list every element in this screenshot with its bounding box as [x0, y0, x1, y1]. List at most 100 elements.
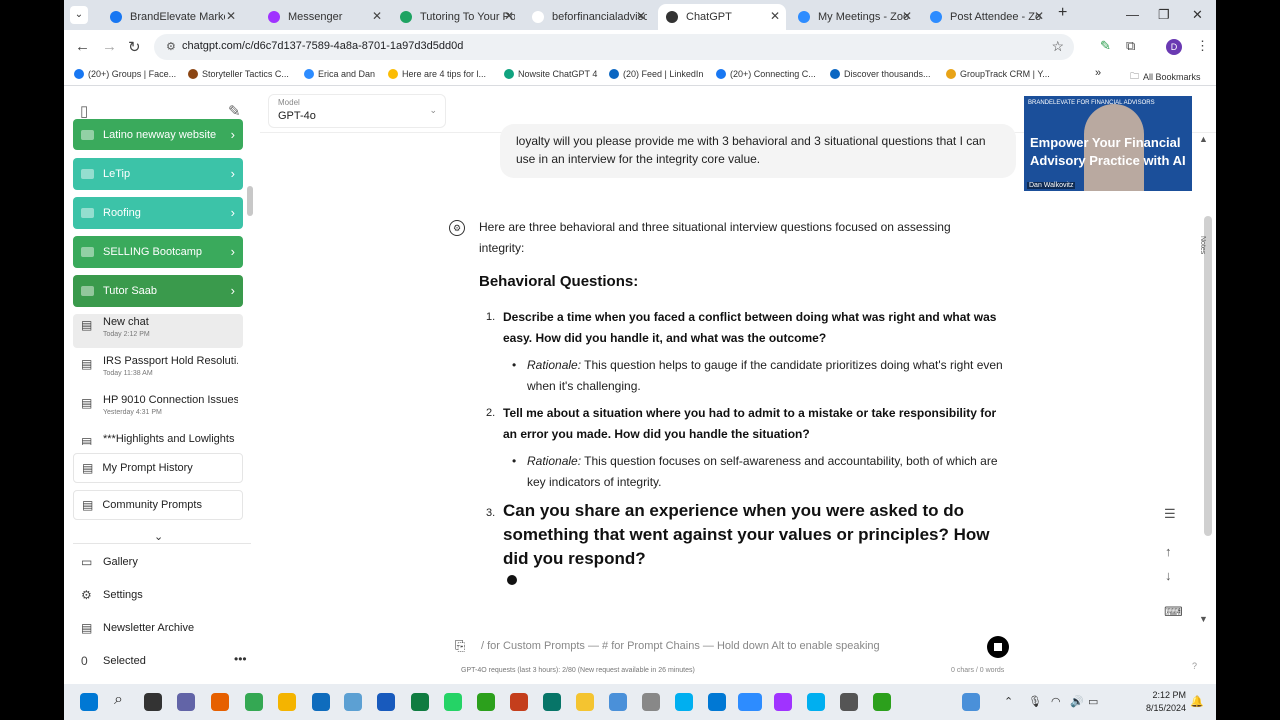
- chrome-icon[interactable]: [245, 693, 263, 711]
- file-explorer-icon[interactable]: [576, 693, 594, 711]
- bookmark[interactable]: (20) Feed | LinkedIn: [609, 69, 703, 79]
- folder-latino-newway[interactable]: Latino newway website ›: [73, 119, 243, 150]
- restore-icon[interactable]: ❐: [1158, 7, 1170, 23]
- bookmark[interactable]: (20+) Connecting C...: [716, 69, 816, 79]
- close-tab-icon[interactable]: ✕: [372, 9, 382, 23]
- search-icon[interactable]: ⌕: [114, 691, 123, 709]
- bookmark[interactable]: Nowsite ChatGPT 4: [504, 69, 597, 79]
- browser-tab-active[interactable]: ChatGPT ✕: [658, 4, 786, 30]
- skype-icon[interactable]: [807, 693, 825, 711]
- close-tab-icon[interactable]: ✕: [770, 9, 780, 23]
- more-bookmarks-icon[interactable]: »: [1095, 67, 1101, 79]
- folder-selling-bootcamp[interactable]: SELLING Bootcamp ›: [73, 236, 243, 268]
- close-tab-icon[interactable]: ✕: [226, 9, 236, 23]
- bookmark[interactable]: GroupTrack CRM | Y...: [946, 69, 1050, 79]
- bookmark[interactable]: Storyteller Tactics C...: [188, 69, 289, 79]
- publisher-icon[interactable]: [543, 693, 561, 711]
- browser-tab[interactable]: beforfinancialadvisc ✕: [524, 4, 652, 30]
- app-icon[interactable]: [840, 693, 858, 711]
- notification-app-icon[interactable]: [962, 693, 980, 711]
- forward-icon[interactable]: →: [102, 38, 117, 55]
- back-icon[interactable]: ←: [75, 38, 90, 55]
- zoom-video-overlay[interactable]: BRANDELEVATE FOR FINANCIAL ADVISORS Empo…: [1024, 96, 1192, 191]
- stop-generating-button[interactable]: [987, 636, 1009, 658]
- my-prompt-history-button[interactable]: ▤ My Prompt History: [73, 453, 243, 483]
- main-scrollbar[interactable]: [1204, 216, 1212, 536]
- close-tab-icon[interactable]: ✕: [1034, 9, 1044, 23]
- browser-tab[interactable]: Tutoring To Your Po ✕: [392, 4, 520, 30]
- start-icon[interactable]: [80, 693, 98, 711]
- app-icon[interactable]: [708, 693, 726, 711]
- address-bar[interactable]: ⚙ chatgpt.com/c/d6c7d137-7589-4a8a-8701-…: [154, 34, 1074, 60]
- folder-roofing[interactable]: Roofing ›: [73, 197, 243, 229]
- sidebar-scrollbar[interactable]: [247, 186, 253, 216]
- newsletter-archive-link[interactable]: ▤ Newsletter Archive: [81, 621, 194, 635]
- gallery-link[interactable]: ▭ Gallery: [81, 555, 138, 569]
- battery-icon[interactable]: ▭: [1088, 695, 1098, 708]
- app-icon[interactable]: [278, 693, 296, 711]
- outline-icon[interactable]: ☰: [1164, 506, 1176, 522]
- browser-tab[interactable]: BrandElevate Marke ✕: [102, 4, 242, 30]
- chevron-up-icon[interactable]: ⌃: [1004, 695, 1013, 708]
- browser-menu-icon[interactable]: ⋮: [1196, 38, 1209, 54]
- outlook-icon[interactable]: [312, 693, 330, 711]
- close-tab-icon[interactable]: ✕: [902, 9, 912, 23]
- all-bookmarks[interactable]: 🗀 All Bookmarks: [1130, 69, 1201, 85]
- scroll-up-arrow-icon[interactable]: ▲: [1199, 134, 1208, 144]
- extension-icon[interactable]: ✎: [1100, 38, 1111, 54]
- close-tab-icon[interactable]: ✕: [636, 9, 646, 23]
- reload-icon[interactable]: ↻: [128, 38, 141, 56]
- chevron-down-icon[interactable]: ⌄: [154, 530, 163, 543]
- settings-link[interactable]: ⚙ Settings: [81, 588, 143, 602]
- wifi-icon[interactable]: ◠: [1051, 695, 1061, 708]
- whatsapp-icon[interactable]: [444, 693, 462, 711]
- word-icon[interactable]: [377, 693, 395, 711]
- notification-bell-icon[interactable]: 🔔: [1190, 695, 1204, 708]
- teams-icon[interactable]: [177, 693, 195, 711]
- arrow-down-icon[interactable]: ↓: [1165, 568, 1172, 583]
- prompt-input[interactable]: / for Custom Prompts — # for Prompt Chai…: [481, 640, 880, 652]
- new-chat-icon[interactable]: ✎: [228, 102, 241, 120]
- notes-tab[interactable]: Notes: [1199, 236, 1206, 254]
- bookmark-star-icon[interactable]: ☆: [1051, 38, 1064, 55]
- bookmark[interactable]: Erica and Dan: [304, 69, 375, 79]
- browser-tab[interactable]: My Meetings - Zoo ✕: [790, 4, 918, 30]
- keyboard-icon[interactable]: ⌨: [1164, 604, 1183, 620]
- browser-tab[interactable]: Messenger ✕: [260, 4, 388, 30]
- chat-item[interactable]: ▤ ***Highlights and Lowlights: [73, 431, 243, 445]
- profile-avatar[interactable]: D: [1166, 39, 1182, 55]
- bookmark[interactable]: Discover thousands...: [830, 69, 931, 79]
- folder-tutor-saab[interactable]: Tutor Saab ›: [73, 275, 243, 307]
- zoom-icon[interactable]: [738, 693, 762, 711]
- quickbooks-icon[interactable]: [477, 693, 495, 711]
- quickbooks-icon[interactable]: [873, 693, 891, 711]
- folder-letip[interactable]: LeTip ›: [73, 158, 243, 190]
- messenger-icon[interactable]: [774, 693, 792, 711]
- close-window-icon[interactable]: ✕: [1192, 7, 1203, 23]
- new-tab-icon[interactable]: +: [1058, 4, 1067, 22]
- system-clock[interactable]: 2:12 PM 8/15/2024: [1146, 689, 1186, 715]
- chat-item-active[interactable]: ▤ New chat Today 2:12 PM: [73, 314, 243, 348]
- model-selector[interactable]: Model GPT-4o ⌄: [268, 94, 446, 128]
- chat-item[interactable]: ▤ IRS Passport Hold Resoluti... Today 11…: [73, 353, 243, 387]
- browser-tab[interactable]: Post Attendee - Zo ✕: [922, 4, 1050, 30]
- bookmark[interactable]: Here are 4 tips for l...: [388, 69, 486, 79]
- scroll-down-arrow-icon[interactable]: ▼: [1199, 614, 1208, 624]
- site-info-icon[interactable]: ⚙: [166, 40, 176, 53]
- app-icon[interactable]: [609, 693, 627, 711]
- arrow-up-icon[interactable]: ↑: [1165, 544, 1172, 559]
- app-icon[interactable]: [344, 693, 362, 711]
- prompt-input-area[interactable]: ⎘ / for Custom Prompts — # for Prompt Ch…: [449, 632, 1019, 662]
- excel-icon[interactable]: [411, 693, 429, 711]
- help-icon[interactable]: ?: [1192, 661, 1197, 671]
- minimize-icon[interactable]: —: [1126, 7, 1139, 22]
- more-options-icon[interactable]: •••: [234, 652, 247, 666]
- attach-icon[interactable]: ⎘: [455, 638, 465, 654]
- tab-search-button[interactable]: ⌄: [70, 6, 88, 24]
- skype-icon[interactable]: [675, 693, 693, 711]
- close-tab-icon[interactable]: ✕: [504, 9, 514, 23]
- powerpoint-icon[interactable]: [510, 693, 528, 711]
- chat-item[interactable]: ▤ HP 9010 Connection Issues Yesterday 4:…: [73, 392, 243, 426]
- task-view-icon[interactable]: [144, 693, 162, 711]
- microphone-icon[interactable]: 🎙: [1028, 695, 1042, 708]
